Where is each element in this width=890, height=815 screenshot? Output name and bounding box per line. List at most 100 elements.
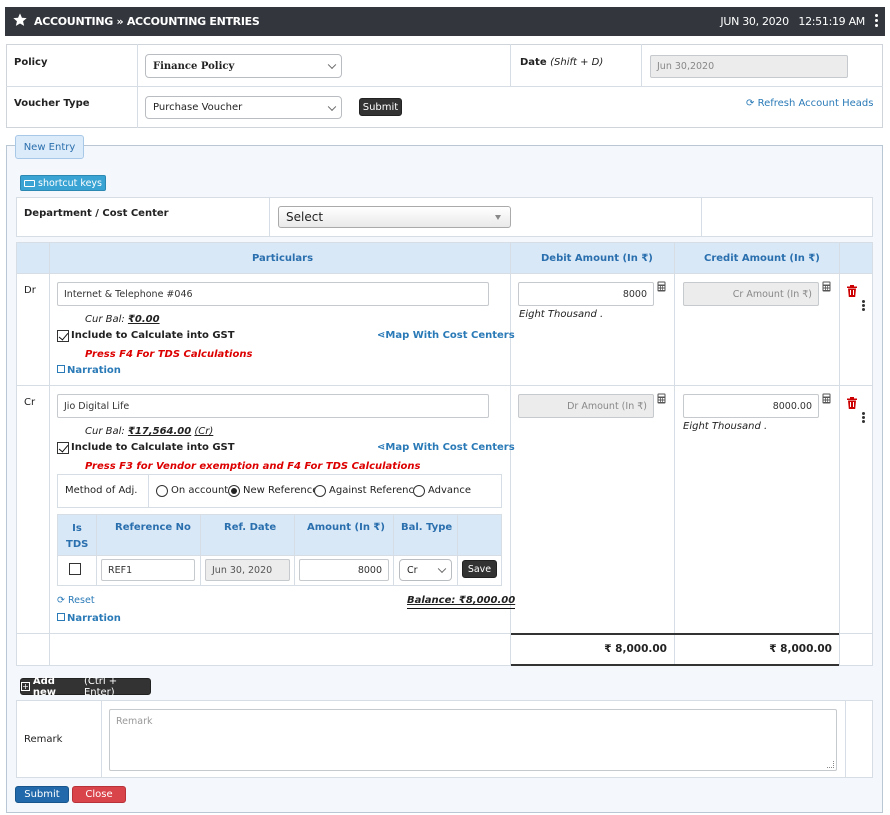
header-clock: JUN 30, 2020 12:51:19 AM <box>720 15 865 28</box>
account-input-cr[interactable]: Jio Digital Life <box>57 394 489 418</box>
map-cost-centers-text: Map With Cost Centers <box>385 442 515 453</box>
save-reference-button[interactable]: Save <box>462 560 497 578</box>
col-debit-amount: Debit Amount (In ₹) <box>541 253 653 264</box>
keyboard-icon <box>24 179 35 187</box>
star-icon[interactable] <box>12 12 28 28</box>
refresh-icon: ⟳ <box>746 98 755 109</box>
date-label: Date (Shift + D) <box>520 57 603 68</box>
debit-amount-input-cr[interactable]: Dr Amount (In ₹) <box>518 394 654 418</box>
map-cost-centers-link-dr[interactable]: ⋖Map With Cost Centers <box>377 330 515 341</box>
trash-icon[interactable] <box>847 397 857 409</box>
col-reference-no: Reference No <box>115 522 191 533</box>
chevron-down-icon <box>327 60 337 70</box>
chevron-down-icon <box>327 102 337 111</box>
close-button[interactable]: Close <box>72 786 126 803</box>
voucher-type-select[interactable]: Purchase Voucher <box>145 96 342 119</box>
col-is-tds: Is TDS <box>66 523 89 550</box>
reset-link[interactable]: ⟳ Reset <box>57 595 95 606</box>
plus-square-icon: + <box>21 682 30 691</box>
refresh-account-heads-link[interactable]: ⟳ Refresh Account Heads <box>746 98 873 109</box>
map-cost-centers-link-cr[interactable]: ⋖Map With Cost Centers <box>377 442 515 453</box>
ref-date-input[interactable]: Jun 30, 2020 <box>205 559 290 581</box>
map-cost-centers-text: Map With Cost Centers <box>385 330 515 341</box>
bal-type-select[interactable]: Cr <box>399 559 452 581</box>
chevron-down-icon <box>437 564 447 574</box>
radio-label-new-reference: New Reference <box>243 485 319 496</box>
col-ref-date: Ref. Date <box>224 522 277 533</box>
shortcut-keys-button[interactable]: shortcut keys <box>20 175 106 191</box>
current-balance-label: Cur Bal: <box>85 426 125 437</box>
submit-voucher-button[interactable]: Submit <box>359 98 402 116</box>
gst-label-cr: Include to Calculate into GST <box>71 442 235 453</box>
resize-handle-icon[interactable] <box>827 761 834 768</box>
account-input-dr[interactable]: Internet & Telephone #046 <box>57 282 489 306</box>
calculator-icon[interactable] <box>822 393 831 404</box>
ref-amount-input[interactable]: 8000 <box>299 559 389 581</box>
remark-placeholder: Remark <box>116 716 153 727</box>
calculator-icon[interactable] <box>657 281 666 292</box>
method-of-adj-label: Method of Adj. <box>65 485 138 496</box>
policy-select[interactable]: Finance Policy <box>145 54 342 78</box>
remark-textarea[interactable]: Remark <box>109 709 837 771</box>
col-amount: Amount (In ₹) <box>307 522 385 533</box>
narration-link-dr[interactable]: Narration <box>57 365 121 376</box>
credit-amount-input-cr[interactable]: 8000.00 <box>683 394 819 418</box>
reference-no-input[interactable]: REF1 <box>101 559 195 581</box>
refresh-account-heads-text: Refresh Account Heads <box>757 98 874 109</box>
gst-checkbox-dr[interactable] <box>57 330 69 342</box>
reference-table-header <box>58 515 501 555</box>
row-menu-icon[interactable] <box>862 412 865 423</box>
current-balance-cr: Cur Bal: ₹17,564.00 (Cr) <box>85 426 213 437</box>
credit-amount-input-dr[interactable]: Cr Amount (In ₹) <box>683 282 819 306</box>
row-menu-icon[interactable] <box>862 300 865 311</box>
radio-label-on-account: On account <box>171 485 229 496</box>
radio-new-reference[interactable] <box>228 485 240 497</box>
department-select[interactable]: Select <box>278 206 511 228</box>
kebab-menu-icon[interactable] <box>875 14 879 29</box>
add-new-button[interactable]: + Add new (Ctrl + Enter) <box>20 675 151 698</box>
current-balance-label: Cur Bal: <box>85 314 125 325</box>
credit-amount-words-cr: Eight Thousand . <box>683 421 768 432</box>
col-credit-amount: Credit Amount (In ₹) <box>704 253 820 264</box>
voucher-type-label: Voucher Type <box>14 98 90 109</box>
is-tds-checkbox[interactable] <box>69 563 81 575</box>
date-hint: (Shift + D) <box>550 57 604 68</box>
policy-select-value: Finance Policy <box>153 60 235 72</box>
trash-icon[interactable] <box>847 285 857 297</box>
current-balance-value: ₹17,564.00 <box>127 426 192 437</box>
page-title: ACCOUNTING » ACCOUNTING ENTRIES <box>34 15 260 28</box>
shortcut-keys-text: shortcut keys <box>38 177 102 189</box>
calculator-icon[interactable] <box>822 281 831 292</box>
reset-icon: ⟳ <box>57 595 65 606</box>
voucher-type-value: Purchase Voucher <box>153 102 243 113</box>
debit-amount-input-dr[interactable]: 8000 <box>518 282 654 306</box>
date-input[interactable]: Jun 30,2020 <box>650 55 848 78</box>
total-credit: ₹ 8,000.00 <box>769 643 832 655</box>
gst-checkbox-cr[interactable] <box>57 442 69 454</box>
row-type-cr: Cr <box>24 397 36 408</box>
gst-label-dr: Include to Calculate into GST <box>71 330 235 341</box>
radio-advance[interactable] <box>413 485 425 497</box>
header-time: 12:51:19 AM <box>798 15 865 28</box>
top-bar: ACCOUNTING » ACCOUNTING ENTRIES JUN 30, … <box>5 7 885 36</box>
current-balance-value: ₹0.00 <box>127 314 160 325</box>
tab-new-entry[interactable]: New Entry <box>15 135 84 159</box>
tds-hint-cr: Press F3 for Vendor exemption and F4 For… <box>85 461 421 472</box>
add-new-text: Add new <box>32 675 57 698</box>
radio-label-advance: Advance <box>428 485 472 496</box>
narration-link-cr[interactable]: Narration <box>57 613 121 624</box>
total-debit: ₹ 8,000.00 <box>604 643 667 655</box>
bal-type-value: Cr <box>407 564 418 576</box>
narration-text: Narration <box>67 365 121 376</box>
radio-on-account[interactable] <box>156 485 168 497</box>
radio-against-reference[interactable] <box>314 485 326 497</box>
department-label: Department / Cost Center <box>24 208 169 219</box>
calculator-icon[interactable] <box>657 393 666 404</box>
radio-label-against-reference: Against Reference <box>329 485 421 496</box>
narration-icon <box>57 365 65 373</box>
narration-icon <box>57 613 65 621</box>
col-bal-type: Bal. Type <box>401 522 453 533</box>
submit-button[interactable]: Submit <box>15 786 69 803</box>
tds-hint-dr: Press F4 For TDS Calculations <box>85 349 253 360</box>
debit-amount-words-dr: Eight Thousand . <box>519 309 604 320</box>
